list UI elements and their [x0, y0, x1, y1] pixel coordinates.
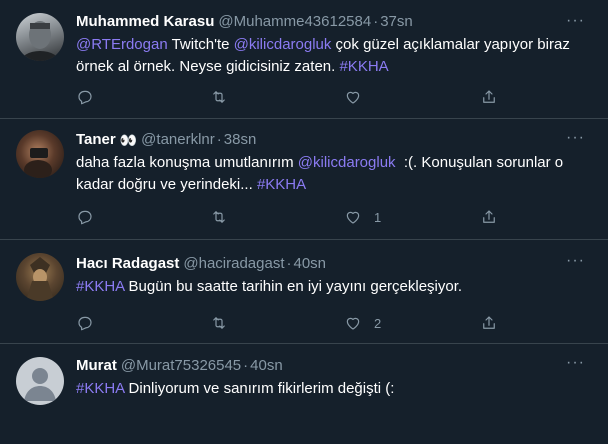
- tweet-actions: [76, 86, 516, 108]
- tweet-header: Hacı Radagast @haciradagast · 40sn: [76, 254, 592, 274]
- more-icon[interactable]: ···: [566, 13, 584, 34]
- retweet-button[interactable]: [210, 206, 240, 228]
- tweet[interactable]: Hacı Radagast @haciradagast · 40sn #KKHA…: [0, 240, 608, 344]
- author-name[interactable]: Murat: [76, 356, 117, 376]
- tweet-content: Taner 👀 @tanerklnr · 38sn daha fazla kon…: [76, 130, 592, 196]
- avatar[interactable]: [16, 130, 64, 178]
- retweet-icon: [213, 91, 225, 103]
- retweet-button[interactable]: [210, 312, 240, 334]
- tweet-text: @RTErdogan Twitch'te @kilicdarogluk çok …: [76, 34, 592, 78]
- author-handle[interactable]: @Murat75326545: [121, 356, 241, 376]
- share-button[interactable]: [480, 312, 498, 334]
- tweet-header: Muhammed Karasu @Muhamme43612584 · 37sn: [76, 12, 592, 32]
- avatar[interactable]: [16, 253, 64, 301]
- separator: ·: [373, 13, 379, 30]
- tweet-header: Murat @Murat75326545 · 40sn: [76, 356, 592, 376]
- tweet-feed: Muhammed Karasu @Muhamme43612584 · 37sn …: [0, 0, 608, 444]
- retweet-button[interactable]: [210, 86, 240, 108]
- author-name[interactable]: Muhammed Karasu: [76, 12, 214, 32]
- hashtag-link[interactable]: #KKHA: [76, 278, 124, 295]
- separator: ·: [243, 357, 249, 374]
- avatar[interactable]: [16, 13, 64, 61]
- like-icon: [346, 211, 360, 224]
- like-button[interactable]: 2: [344, 312, 381, 334]
- tweet[interactable]: Taner 👀 @tanerklnr · 38sn daha fazla kon…: [0, 119, 608, 240]
- like-button[interactable]: [344, 86, 374, 108]
- share-button[interactable]: [480, 86, 498, 108]
- retweet-icon: [213, 317, 225, 329]
- share-icon: [483, 316, 495, 329]
- like-button[interactable]: 1: [344, 206, 381, 228]
- tweet-text: #KKHA Dinliyorum ve sanırım fikirlerim d…: [76, 378, 592, 400]
- mention-link[interactable]: @kilicdarogluk: [298, 154, 396, 171]
- author-handle[interactable]: @haciradagast: [183, 254, 284, 274]
- tweet-actions: 1: [76, 206, 516, 228]
- reply-icon: [78, 90, 92, 105]
- mention-link[interactable]: @RTErdogan: [76, 36, 168, 53]
- retweet-icon: [213, 211, 225, 223]
- tweet-text: #KKHA Bugün bu saatte tarihin en iyi yay…: [76, 276, 592, 298]
- text-segment: daha fazla konuşma umutlanırım: [76, 154, 298, 171]
- text-segment: Bugün bu saatte tarihin en iyi yayını ge…: [124, 278, 463, 295]
- text-segment: Twitch'te: [167, 36, 234, 53]
- hashtag-link[interactable]: #KKHA: [339, 58, 388, 75]
- separator: ·: [216, 131, 222, 148]
- tweet-header: Taner 👀 @tanerklnr · 38sn: [76, 130, 592, 150]
- mention-link[interactable]: @kilicdarogluk: [234, 36, 332, 53]
- name-emoji: 👀: [119, 132, 138, 148]
- text-segment: Dinliyorum ve sanırım fikirlerim değişti…: [124, 380, 395, 397]
- tweet-content: Hacı Radagast @haciradagast · 40sn #KKHA…: [76, 254, 592, 298]
- reply-button[interactable]: [76, 312, 106, 334]
- reply-icon: [78, 210, 92, 225]
- timestamp[interactable]: 38sn: [224, 130, 257, 150]
- more-icon[interactable]: ···: [566, 130, 584, 151]
- hashtag-link[interactable]: #KKHA: [76, 380, 124, 397]
- tweet[interactable]: Murat @Murat75326545 · 40sn #KKHA Dinliy…: [0, 344, 608, 444]
- share-icon: [483, 90, 495, 103]
- more-icon[interactable]: ···: [566, 355, 584, 376]
- share-button[interactable]: [480, 206, 498, 228]
- tweet[interactable]: Muhammed Karasu @Muhamme43612584 · 37sn …: [0, 0, 608, 119]
- like-count: 2: [374, 315, 382, 331]
- reply-button[interactable]: [76, 206, 106, 228]
- tweet-content: Muhammed Karasu @Muhamme43612584 · 37sn …: [76, 12, 592, 78]
- tweet-content: Murat @Murat75326545 · 40sn #KKHA Dinliy…: [76, 356, 592, 400]
- timestamp[interactable]: 37sn: [380, 12, 413, 32]
- avatar[interactable]: [16, 357, 64, 405]
- author-handle[interactable]: @Muhamme43612584: [218, 12, 371, 32]
- timestamp[interactable]: 40sn: [250, 356, 283, 376]
- tweet-actions: 2: [76, 312, 516, 334]
- share-icon: [483, 210, 495, 223]
- hashtag-link[interactable]: #KKHA: [257, 176, 306, 193]
- tweet-text: daha fazla konuşma umutlanırım @kilicdar…: [76, 152, 592, 196]
- separator: ·: [286, 255, 292, 272]
- reply-icon: [78, 316, 92, 331]
- timestamp[interactable]: 40sn: [294, 254, 327, 274]
- author-name[interactable]: Hacı Radagast: [76, 254, 179, 274]
- more-icon[interactable]: ···: [566, 253, 584, 274]
- author-name[interactable]: Taner: [76, 130, 116, 150]
- like-icon: [346, 317, 360, 330]
- like-icon: [346, 91, 360, 104]
- reply-button[interactable]: [76, 86, 106, 108]
- author-handle[interactable]: @tanerklnr: [141, 130, 215, 150]
- like-count: 1: [374, 209, 382, 225]
